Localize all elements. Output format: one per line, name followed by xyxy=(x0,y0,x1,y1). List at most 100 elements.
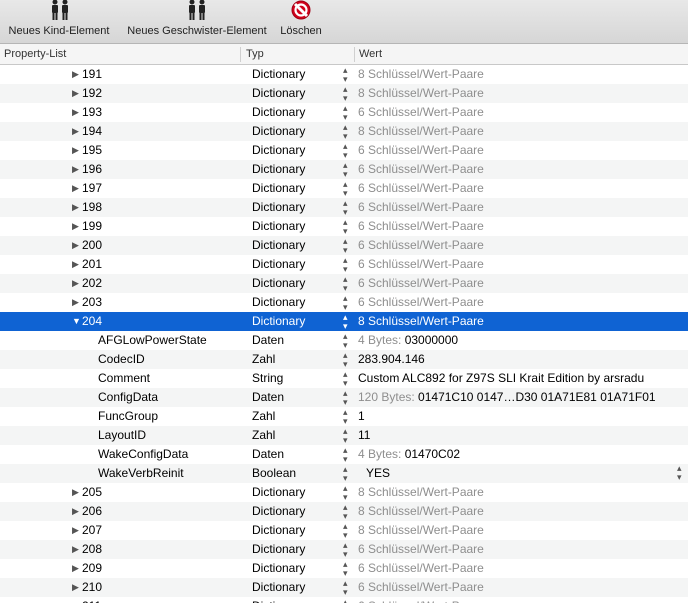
disclosure-collapsed-icon[interactable]: ▶ xyxy=(72,578,82,597)
row-value[interactable]: 8 Schlüssel/Wert-Paare xyxy=(358,84,688,103)
column-divider[interactable] xyxy=(240,47,241,62)
row-value[interactable]: 8 Schlüssel/Wert-Paare xyxy=(358,312,688,331)
disclosure-collapsed-icon[interactable]: ▶ xyxy=(72,236,82,255)
outline-row[interactable]: FuncGroup Zahl ▴ ▾ 1 xyxy=(0,407,688,426)
type-popup-stepper-icon[interactable]: ▴▾ xyxy=(343,274,353,293)
row-key[interactable]: 211 xyxy=(82,597,242,603)
row-type[interactable]: Dictionary xyxy=(252,122,342,141)
outline-row[interactable]: WakeConfigData Daten ▴ ▾ 4 Bytes: 01470C02 xyxy=(0,445,688,464)
type-popup-stepper-icon[interactable]: ▴▾ xyxy=(343,312,353,331)
row-value[interactable]: 6 Schlüssel/Wert-Paare xyxy=(358,198,688,217)
row-type[interactable]: Dictionary xyxy=(252,578,342,597)
type-popup-stepper-icon[interactable]: ▴▾ xyxy=(343,426,353,445)
row-key[interactable]: 205 xyxy=(82,483,242,502)
row-key[interactable]: WakeConfigData xyxy=(98,445,248,464)
row-type[interactable]: Dictionary xyxy=(252,293,342,312)
row-value[interactable]: 6 Schlüssel/Wert-Paare xyxy=(358,179,688,198)
outline-row[interactable]: ▶ 194 Dictionary ▴ ▾ 8 Schlüssel/Wert-Paare xyxy=(0,122,688,141)
row-type[interactable]: Dictionary xyxy=(252,141,342,160)
row-key[interactable]: 194 xyxy=(82,122,242,141)
row-value[interactable]: 11 xyxy=(358,426,688,445)
disclosure-collapsed-icon[interactable]: ▶ xyxy=(72,103,82,122)
row-value[interactable]: 6 Schlüssel/Wert-Paare xyxy=(358,559,688,578)
row-key[interactable]: 204 xyxy=(82,312,242,331)
outline-row[interactable]: ▶ 191 Dictionary ▴ ▾ 8 Schlüssel/Wert-Paare xyxy=(0,65,688,84)
type-popup-stepper-icon[interactable]: ▴▾ xyxy=(343,369,353,388)
disclosure-collapsed-icon[interactable]: ▶ xyxy=(72,521,82,540)
row-type[interactable]: Dictionary xyxy=(252,160,342,179)
row-value[interactable]: 4 Bytes: 03000000 xyxy=(358,331,688,350)
outline-row[interactable]: ▶ 197 Dictionary ▴ ▾ 6 Schlüssel/Wert-Paare xyxy=(0,179,688,198)
outline-row[interactable]: ▶ 195 Dictionary ▴ ▾ 6 Schlüssel/Wert-Paare xyxy=(0,141,688,160)
outline-row[interactable]: ▶211 Dictionary▴▾ 6 Schlüssel/Wert-Paare xyxy=(0,597,688,603)
row-value[interactable]: 8 Schlüssel/Wert-Paare xyxy=(358,502,688,521)
outline-row[interactable]: Comment String ▴ ▾ Custom ALC892 for Z97S SL… xyxy=(0,369,688,388)
row-value[interactable]: YES xyxy=(366,464,566,483)
type-popup-stepper-icon[interactable]: ▴▾ xyxy=(343,160,353,179)
disclosure-collapsed-icon[interactable]: ▶ xyxy=(72,84,82,103)
row-value[interactable]: 6 Schlüssel/Wert-Paare xyxy=(358,293,688,312)
row-type[interactable]: Dictionary xyxy=(252,502,342,521)
row-type[interactable]: Dictionary xyxy=(252,597,342,603)
row-type[interactable]: Dictionary xyxy=(252,540,342,559)
row-type[interactable]: Daten xyxy=(252,331,342,350)
type-popup-stepper-icon[interactable]: ▴▾ xyxy=(343,84,353,103)
row-key[interactable]: Comment xyxy=(98,369,248,388)
row-type[interactable]: Dictionary xyxy=(252,236,342,255)
row-type[interactable]: String xyxy=(252,369,342,388)
row-type[interactable]: Dictionary xyxy=(252,217,342,236)
row-type[interactable]: Daten xyxy=(252,388,342,407)
type-popup-stepper-icon[interactable]: ▴▾ xyxy=(343,331,353,350)
outline-row[interactable]: ▶ 206 Dictionary ▴ ▾ 8 Schlüssel/Wert-Paare xyxy=(0,502,688,521)
row-key[interactable]: 191 xyxy=(82,65,242,84)
row-key[interactable]: 210 xyxy=(82,578,242,597)
row-type[interactable]: Dictionary xyxy=(252,65,342,84)
row-key[interactable]: 200 xyxy=(82,236,242,255)
row-type[interactable]: Dictionary xyxy=(252,84,342,103)
row-value[interactable]: 6 Schlüssel/Wert-Paare xyxy=(358,255,688,274)
row-key[interactable]: WakeVerbReinit xyxy=(98,464,248,483)
row-value[interactable]: 4 Bytes: 01470C02 xyxy=(358,445,688,464)
row-type[interactable]: Zahl xyxy=(252,407,342,426)
row-type[interactable]: Dictionary xyxy=(252,483,342,502)
row-key[interactable]: 202 xyxy=(82,274,242,293)
outline-row[interactable]: LayoutID Zahl ▴ ▾ 11 xyxy=(0,426,688,445)
new-child-button[interactable]: Neues Kind-Element xyxy=(2,0,116,44)
outline-row[interactable]: ▶ 207 Dictionary ▴ ▾ 8 Schlüssel/Wert-Paare xyxy=(0,521,688,540)
disclosure-collapsed-icon[interactable]: ▶ xyxy=(72,179,82,198)
row-value[interactable]: 8 Schlüssel/Wert-Paare xyxy=(358,65,688,84)
outline-row[interactable]: ConfigData Daten ▴ ▾ 120 Bytes: 01471C10 014… xyxy=(0,388,688,407)
disclosure-collapsed-icon[interactable]: ▶ xyxy=(72,597,82,603)
row-key[interactable]: 199 xyxy=(82,217,242,236)
disclosure-collapsed-icon[interactable]: ▶ xyxy=(72,483,82,502)
row-value[interactable]: 6 Schlüssel/Wert-Paare xyxy=(358,274,688,293)
row-type[interactable]: Dictionary xyxy=(252,312,342,331)
type-popup-stepper-icon[interactable]: ▴▾ xyxy=(343,464,353,483)
disclosure-collapsed-icon[interactable]: ▶ xyxy=(72,217,82,236)
disclosure-collapsed-icon[interactable]: ▶ xyxy=(72,65,82,84)
row-key[interactable]: CodecID xyxy=(98,350,248,369)
row-value[interactable]: 6 Schlüssel/Wert-Paare xyxy=(358,540,688,559)
row-type[interactable]: Dictionary xyxy=(252,103,342,122)
type-popup-stepper-icon[interactable]: ▴▾ xyxy=(343,597,353,603)
row-key[interactable]: 207 xyxy=(82,521,242,540)
disclosure-collapsed-icon[interactable]: ▶ xyxy=(72,502,82,521)
type-popup-stepper-icon[interactable]: ▴▾ xyxy=(343,559,353,578)
type-popup-stepper-icon[interactable]: ▴▾ xyxy=(343,198,353,217)
row-type[interactable]: Dictionary xyxy=(252,179,342,198)
outline-row[interactable]: ▶ 192 Dictionary ▴ ▾ 8 Schlüssel/Wert-Paare xyxy=(0,84,688,103)
column-header-key[interactable]: Property-List xyxy=(0,44,240,65)
row-type[interactable]: Dictionary xyxy=(252,255,342,274)
type-popup-stepper-icon[interactable]: ▴▾ xyxy=(343,540,353,559)
row-value[interactable]: 8 Schlüssel/Wert-Paare xyxy=(358,483,688,502)
type-popup-stepper-icon[interactable]: ▴▾ xyxy=(343,445,353,464)
row-key[interactable]: 193 xyxy=(82,103,242,122)
row-value[interactable]: 6 Schlüssel/Wert-Paare xyxy=(358,597,688,603)
type-popup-stepper-icon[interactable]: ▴▾ xyxy=(343,578,353,597)
row-key[interactable]: AFGLowPowerState xyxy=(98,331,248,350)
boolean-popup-stepper-icon[interactable]: ▴ ▾ xyxy=(677,464,687,482)
row-key[interactable]: 198 xyxy=(82,198,242,217)
row-key[interactable]: 203 xyxy=(82,293,242,312)
outline-row[interactable]: ▶ 200 Dictionary ▴ ▾ 6 Schlüssel/Wert-Paare xyxy=(0,236,688,255)
disclosure-collapsed-icon[interactable]: ▶ xyxy=(72,293,82,312)
